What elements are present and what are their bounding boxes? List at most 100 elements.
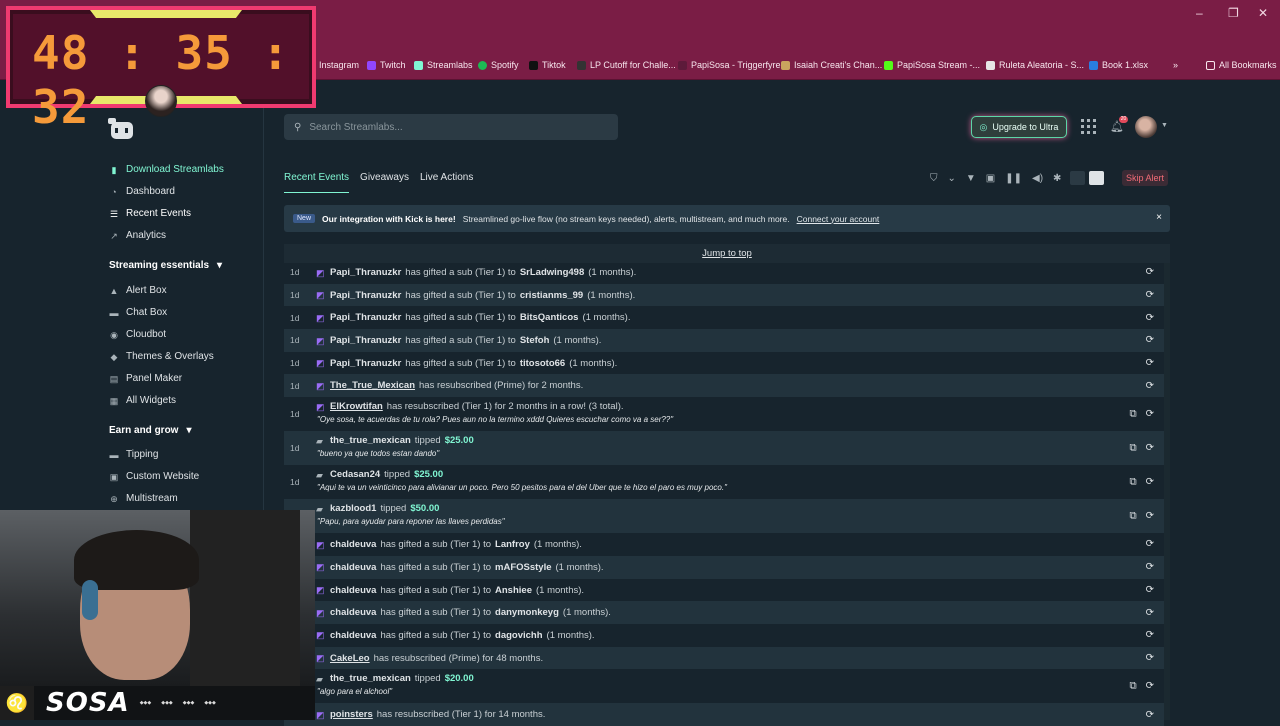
event-user[interactable]: poinsters [330,709,373,720]
event-user[interactable]: the_true_mexican [330,673,411,684]
event-user[interactable]: Papi_Thranuzkr [330,335,401,346]
close-icon[interactable]: × [1156,212,1162,223]
upgrade-button[interactable]: ◎ Upgrade to Ultra [971,116,1067,138]
tab-live-actions[interactable]: Live Actions [420,172,473,193]
event-user[interactable]: chaldeuva [330,585,376,596]
replay-icon[interactable]: ⟳ [1146,335,1154,346]
nav-dashboard[interactable]: ◔ Dashboard [109,186,175,197]
event-user[interactable]: chaldeuva [330,539,376,550]
event-target[interactable]: Lanfroy [495,539,530,550]
replay-icon[interactable]: ⟳ [1146,607,1154,618]
replay-icon[interactable]: ⟳ [1146,443,1154,454]
tab-giveaways[interactable]: Giveaways [360,172,409,193]
nav-panel-maker[interactable]: ▤ Panel Maker [109,373,182,384]
nav-all-widgets[interactable]: ▦ All Widgets [109,395,176,406]
mute-alerts-icon[interactable]: ✱ [1053,173,1061,184]
replay-icon[interactable]: ⟳ [1146,380,1154,391]
events-scrollbar[interactable] [1164,263,1170,720]
replay-icon[interactable]: ⟳ [1146,312,1154,323]
popout-icon[interactable]: ▣ [986,173,995,184]
event-target[interactable]: dagovichh [495,630,543,641]
nav-download[interactable]: ▮ Download Streamlabs [109,164,224,175]
nav-chat-box[interactable]: ▬ Chat Box [109,307,168,318]
replay-icon[interactable]: ⟳ [1146,290,1154,301]
event-target[interactable]: Anshiee [495,585,532,596]
nav-alert-box[interactable]: ▲ Alert Box [109,285,167,296]
event-user[interactable]: Cedasan24 [330,469,380,480]
event-user[interactable]: CakeLeo [330,653,370,664]
tab-recent-events[interactable]: Recent Events [284,172,350,193]
event-user[interactable]: chaldeuva [330,630,376,641]
event-target[interactable]: Stefoh [520,335,550,346]
replay-icon[interactable]: ⟳ [1146,358,1154,369]
bookmark-book[interactable]: Book 1.xlsx [1089,60,1148,70]
copy-icon[interactable]: ⧉ [1129,409,1136,420]
close-window-icon[interactable]: ✕ [1258,6,1268,20]
copy-icon[interactable]: ⧉ [1129,477,1136,488]
filter-icon[interactable]: ▼ [966,173,976,184]
bookmark-ruleta[interactable]: Ruleta Aleatoria - S... [986,60,1084,70]
bookmark-twitch[interactable]: Twitch [367,60,406,70]
event-user[interactable]: the_true_mexican [330,435,411,446]
list-view-icon[interactable] [1089,171,1104,185]
replay-icon[interactable]: ⟳ [1146,511,1154,522]
replay-icon[interactable]: ⟳ [1146,562,1154,573]
event-user[interactable]: Papi_Thranuzkr [330,358,401,369]
event-target[interactable]: BitsQanticos [520,312,579,323]
view-toggle[interactable] [1070,171,1108,185]
bookmark-spotify[interactable]: Spotify [478,60,519,70]
section-earn-and-grow[interactable]: Earn and grow ▾ [109,425,191,436]
nav-analytics[interactable]: ↗ Analytics [109,230,166,241]
bookmark-kick[interactable]: PapiSosa Stream -... [884,60,980,70]
nav-themes[interactable]: ◆ Themes & Overlays [109,351,214,362]
minimize-icon[interactable]: – [1196,6,1203,20]
replay-icon[interactable]: ⟳ [1146,409,1154,420]
compact-view-icon[interactable] [1070,171,1085,185]
chevron-down-icon[interactable]: ▼ [1161,122,1168,129]
bookmark-lp-cutoff[interactable]: LP Cutoff for Challe... [577,60,676,70]
replay-icon[interactable]: ⟳ [1146,267,1154,278]
all-bookmarks[interactable]: All Bookmarks [1206,60,1277,70]
event-user[interactable]: ElKrowtifan [330,401,383,412]
event-user[interactable]: Papi_Thranuzkr [330,290,401,301]
nav-multistream[interactable]: ⊕ Multistream [109,493,177,504]
event-target[interactable]: cristianms_99 [520,290,583,301]
replay-icon[interactable]: ⟳ [1146,681,1154,692]
shield-icon[interactable]: ⛉ [930,173,938,184]
event-target[interactable]: SrLadwing498 [520,267,584,278]
event-user[interactable]: chaldeuva [330,607,376,618]
bookmark-triggerfyre[interactable]: PapiSosa - Triggerfyre [678,60,781,70]
apps-grid-icon[interactable] [1081,119,1096,134]
user-avatar[interactable] [1135,116,1157,138]
bookmark-isaiah[interactable]: Isaiah Creati's Chan... [781,60,882,70]
event-user[interactable]: chaldeuva [330,562,376,573]
pause-icon[interactable]: ❚❚ [1005,173,1022,184]
nav-custom-website[interactable]: ▣ Custom Website [109,471,199,482]
section-streaming-essentials[interactable]: Streaming essentials ▾ [109,260,222,271]
search-input[interactable]: ⚲ Search Streamlabs... [284,114,618,140]
event-user[interactable]: kazblood1 [330,503,376,514]
replay-icon[interactable]: ⟳ [1146,477,1154,488]
replay-icon[interactable]: ⟳ [1146,539,1154,550]
connect-account-link[interactable]: Connect your account [797,214,880,224]
restore-icon[interactable]: ❐ [1228,6,1239,20]
event-user[interactable]: Papi_Thranuzkr [330,312,401,323]
event-user[interactable]: Papi_Thranuzkr [330,267,401,278]
chevron-down-icon[interactable]: ⌄ [948,173,956,184]
copy-icon[interactable]: ⧉ [1129,443,1136,454]
bookmarks-overflow[interactable]: » [1173,60,1178,70]
skip-alert-button[interactable]: Skip Alert [1122,170,1168,186]
nav-cloudbot[interactable]: ◉ Cloudbot [109,329,166,340]
event-target[interactable]: titosoto66 [520,358,565,369]
replay-icon[interactable]: ⟳ [1146,652,1154,663]
copy-icon[interactable]: ⧉ [1129,681,1136,692]
bookmark-tiktok[interactable]: Tiktok [529,60,566,70]
bookmark-streamlabs[interactable]: Streamlabs [414,60,473,70]
replay-icon[interactable]: ⟳ [1146,709,1154,720]
event-target[interactable]: danymonkeyg [495,607,559,618]
replay-icon[interactable]: ⟳ [1146,630,1154,641]
volume-icon[interactable]: ◀) [1032,173,1043,184]
replay-icon[interactable]: ⟳ [1146,584,1154,595]
event-user[interactable]: The_True_Mexican [330,380,415,391]
event-target[interactable]: mAFOSstyle [495,562,552,573]
